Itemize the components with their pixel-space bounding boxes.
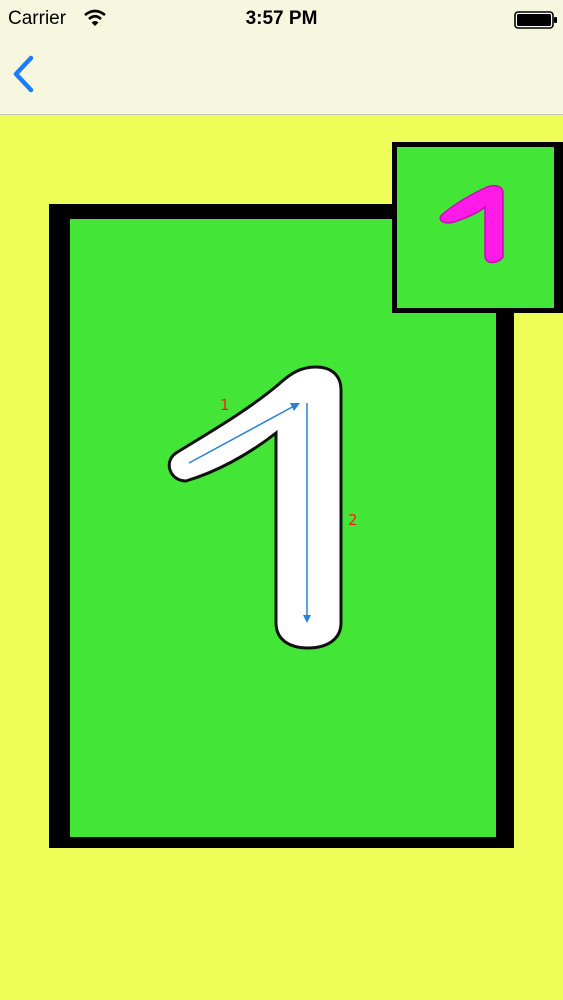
navigation-bar: Carrier 3:57 PM bbox=[0, 0, 563, 115]
character-preview[interactable] bbox=[397, 147, 554, 308]
stroke-number-2: 2 bbox=[348, 511, 358, 529]
chevron-left-icon bbox=[13, 55, 34, 93]
status-bar: Carrier 3:57 PM bbox=[0, 0, 563, 40]
stroke-number-1: 1 bbox=[220, 396, 230, 414]
status-time: 3:57 PM bbox=[245, 8, 318, 29]
battery-icon bbox=[514, 11, 557, 29]
preview-numeral-one bbox=[439, 184, 504, 264]
back-button[interactable] bbox=[6, 52, 46, 96]
character-preview-frame bbox=[392, 142, 563, 313]
